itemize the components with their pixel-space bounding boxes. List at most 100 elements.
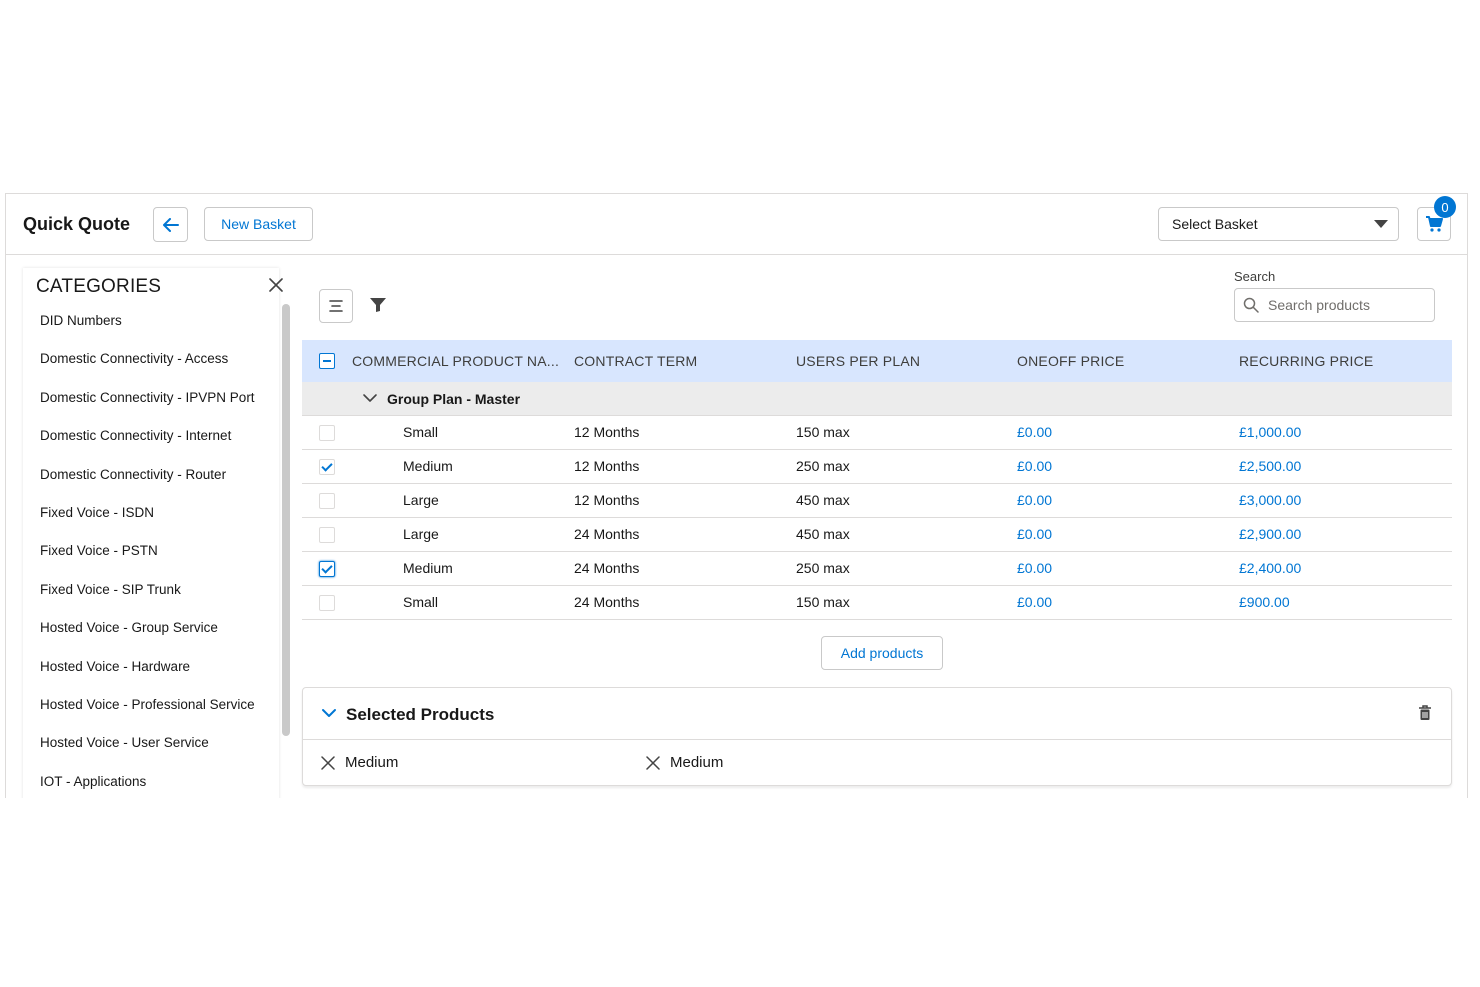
category-item[interactable]: Hosted Voice - Group Service xyxy=(40,619,255,657)
back-button[interactable] xyxy=(153,207,188,242)
product-name-cell: Small xyxy=(403,424,439,440)
row-checkbox[interactable] xyxy=(319,595,335,611)
category-item[interactable]: Fixed Voice - ISDN xyxy=(40,504,255,542)
products-table: COMMERCIAL PRODUCT NA... CONTRACT TERM U… xyxy=(302,340,1452,620)
column-header-users-per-plan[interactable]: USERS PER PLAN xyxy=(796,353,920,369)
selected-products-header[interactable]: Selected Products xyxy=(303,688,1451,740)
categories-scrollbar[interactable] xyxy=(282,304,290,736)
selected-products-title: Selected Products xyxy=(346,705,495,724)
category-item[interactable]: Hosted Voice - Professional Service xyxy=(40,696,255,734)
chevron-down-icon[interactable] xyxy=(321,707,337,719)
column-header-product-name[interactable]: COMMERCIAL PRODUCT NA... xyxy=(352,353,559,369)
row-checkbox[interactable] xyxy=(319,561,335,577)
quick-quote-app: Quick Quote New Basket Select Basket 0 C… xyxy=(5,193,1468,798)
close-categories-button[interactable] xyxy=(269,278,283,297)
category-item[interactable]: Hosted Voice - User Service xyxy=(40,734,255,772)
recurring-price-link[interactable]: £3,000.00 xyxy=(1239,492,1301,508)
category-item[interactable]: Domestic Connectivity - Internet xyxy=(40,427,255,465)
add-products-button[interactable]: Add products xyxy=(821,636,943,670)
search-label: Search xyxy=(1234,269,1276,284)
search-box xyxy=(1234,288,1435,322)
search-input[interactable] xyxy=(1268,297,1428,313)
category-item[interactable]: IOT - Applications xyxy=(40,773,255,798)
row-checkbox[interactable] xyxy=(319,493,335,509)
category-item[interactable]: Fixed Voice - SIP Trunk xyxy=(40,581,255,619)
cart-count-badge: 0 xyxy=(1434,196,1456,218)
page-title: Quick Quote xyxy=(23,214,131,234)
search-icon xyxy=(1243,297,1259,313)
contract-term-cell: 12 Months xyxy=(574,458,640,474)
selected-products-panel: Selected Products Medium Medium xyxy=(302,687,1452,786)
arrow-left-icon xyxy=(162,217,179,232)
users-per-plan-cell: 250 max xyxy=(796,458,850,474)
users-per-plan-cell: 450 max xyxy=(796,492,850,508)
contract-term-cell: 24 Months xyxy=(574,526,640,542)
column-header-contract-term[interactable]: CONTRACT TERM xyxy=(574,353,697,369)
table-row: Large 24 Months 450 max £0.00 £2,900.00 xyxy=(302,518,1452,552)
recurring-price-link[interactable]: £900.00 xyxy=(1239,594,1290,610)
product-name-cell: Large xyxy=(403,492,439,508)
group-row[interactable]: Group Plan - Master xyxy=(302,382,1452,416)
recurring-price-link[interactable]: £2,400.00 xyxy=(1239,560,1301,576)
oneoff-price-link[interactable]: £0.00 xyxy=(1017,560,1052,576)
category-item[interactable]: DID Numbers xyxy=(40,312,255,350)
chevron-down-icon[interactable] xyxy=(362,392,378,404)
oneoff-price-link[interactable]: £0.00 xyxy=(1017,594,1052,610)
table-row: Large 12 Months 450 max £0.00 £3,000.00 xyxy=(302,484,1452,518)
cart-icon xyxy=(1426,216,1443,232)
contract-term-cell: 12 Months xyxy=(574,424,640,440)
table-row: Small 24 Months 150 max £0.00 £900.00 xyxy=(302,586,1452,620)
filter-icon xyxy=(370,298,386,312)
users-per-plan-cell: 250 max xyxy=(796,560,850,576)
select-basket-label: Select Basket xyxy=(1172,216,1258,232)
select-all-checkbox[interactable] xyxy=(319,353,335,369)
filter-button[interactable] xyxy=(369,297,387,318)
product-name-cell: Medium xyxy=(403,458,453,474)
select-basket-dropdown[interactable]: Select Basket xyxy=(1158,207,1399,241)
row-checkbox[interactable] xyxy=(319,425,335,441)
oneoff-price-link[interactable]: £0.00 xyxy=(1017,492,1052,508)
recurring-price-link[interactable]: £1,000.00 xyxy=(1239,424,1301,440)
categories-title: CATEGORIES xyxy=(36,276,162,297)
oneoff-price-link[interactable]: £0.00 xyxy=(1017,526,1052,542)
category-item[interactable]: Domestic Connectivity - Access xyxy=(40,350,255,388)
oneoff-price-link[interactable]: £0.00 xyxy=(1017,458,1052,474)
category-item[interactable]: Domestic Connectivity - Router xyxy=(40,466,255,504)
users-per-plan-cell: 150 max xyxy=(796,594,850,610)
table-row: Medium 24 Months 250 max £0.00 £2,400.00 xyxy=(302,552,1452,586)
row-checkbox[interactable] xyxy=(319,527,335,543)
category-item[interactable]: Fixed Voice - PSTN xyxy=(40,542,255,580)
column-settings-button[interactable] xyxy=(319,289,353,323)
caret-down-icon xyxy=(1374,220,1388,228)
minus-icon xyxy=(323,360,331,362)
selected-product-label: Medium xyxy=(670,754,724,771)
contract-term-cell: 24 Months xyxy=(574,560,640,576)
new-basket-button[interactable]: New Basket xyxy=(204,207,313,241)
selected-product-pill: Medium xyxy=(646,754,723,771)
row-checkbox[interactable] xyxy=(319,459,335,475)
top-bar: Quick Quote New Basket Select Basket 0 xyxy=(6,194,1467,255)
table-row: Small 12 Months 150 max £0.00 £1,000.00 xyxy=(302,416,1452,450)
remove-icon[interactable] xyxy=(321,755,335,770)
trash-icon[interactable] xyxy=(1418,705,1432,721)
column-header-oneoff-price[interactable]: ONEOFF PRICE xyxy=(1017,353,1124,369)
oneoff-price-link[interactable]: £0.00 xyxy=(1017,424,1052,440)
product-name-cell: Small xyxy=(403,594,439,610)
group-label: Group Plan - Master xyxy=(387,391,521,407)
contract-term-cell: 12 Months xyxy=(574,492,640,508)
recurring-price-link[interactable]: £2,900.00 xyxy=(1239,526,1301,542)
users-per-plan-cell: 450 max xyxy=(796,526,850,542)
close-icon xyxy=(269,278,283,292)
remove-icon[interactable] xyxy=(646,755,660,770)
categories-panel: CATEGORIES DID Numbers Domestic Connecti… xyxy=(23,268,283,798)
category-item[interactable]: Domestic Connectivity - IPVPN Port xyxy=(40,389,255,427)
product-name-cell: Large xyxy=(403,526,439,542)
product-name-cell: Medium xyxy=(403,560,453,576)
table-header-row: COMMERCIAL PRODUCT NA... CONTRACT TERM U… xyxy=(302,340,1452,382)
table-row: Medium 12 Months 250 max £0.00 £2,500.00 xyxy=(302,450,1452,484)
category-item[interactable]: Hosted Voice - Hardware xyxy=(40,658,255,696)
users-per-plan-cell: 150 max xyxy=(796,424,850,440)
contract-term-cell: 24 Months xyxy=(574,594,640,610)
recurring-price-link[interactable]: £2,500.00 xyxy=(1239,458,1301,474)
column-header-recurring-price[interactable]: RECURRING PRICE xyxy=(1239,353,1373,369)
